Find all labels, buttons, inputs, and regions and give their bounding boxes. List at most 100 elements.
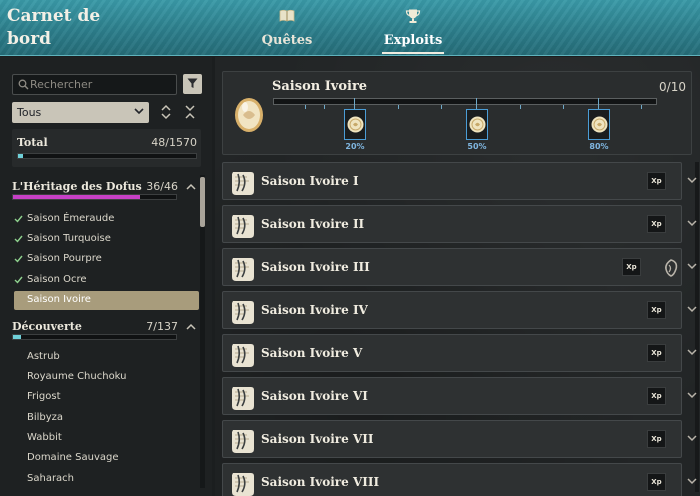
milestone-percent: 20% [345,142,365,151]
achievement-row[interactable]: Saison Ivoire VIII Xp [222,463,697,496]
check-icon [14,255,23,263]
milestone-percent: 50% [467,142,487,151]
chevron-down-icon[interactable] [687,263,697,270]
category-count: 36/46 [146,180,178,193]
sidebar-item-label: Astrub [27,351,60,362]
parchment-scroll-icon [232,172,254,195]
category-header-decouverte[interactable]: Découverte 7/137 [12,320,196,344]
achievement-row[interactable]: Saison Ivoire III Xp [222,248,697,286]
achievement-row[interactable]: Saison Ivoire VI Xp [222,377,697,415]
chevron-down-icon[interactable] [687,478,697,485]
tab-quests-label: Quêtes [261,33,313,48]
sidebar-item-label: Domaine Sauvage [27,452,119,463]
chevron-down-icon[interactable] [687,306,697,313]
sidebar-item-bilbyza[interactable]: Bilbyza [14,409,199,428]
chevron-down-icon[interactable] [687,392,697,399]
season-title: Saison Ivoire [272,79,368,94]
window-title: Carnet de bord [7,6,101,49]
category-name: L'Héritage des Dofus [12,180,142,193]
achievement-name: Saison Ivoire III [261,260,370,274]
category-progress-bar [12,334,177,340]
parchment-scroll-icon [232,430,254,453]
search-field[interactable] [12,74,177,95]
search-input[interactable] [30,75,175,94]
chevron-down-icon[interactable] [687,435,697,442]
category-count: 7/137 [146,320,178,333]
chevron-down-icon[interactable] [687,177,697,184]
milestone-frame [344,109,366,140]
total-progress-card: Total 48/1570 [12,129,201,167]
achievement-row[interactable]: Saison Ivoire VII Xp [222,420,697,458]
sidebar-item-royaume-chuchoku[interactable]: Royaume Chuchoku [14,368,199,387]
chevron-down-icon[interactable] [687,220,697,227]
progress-tick [324,105,325,109]
category-header-heritage[interactable]: L'Héritage des Dofus 36/46 [12,180,196,204]
sidebar-item-label: Saharach [27,473,75,484]
chevron-up-icon[interactable] [186,183,196,190]
total-progress-bar [17,153,197,159]
progress-tick [641,105,642,109]
sidebar-item-frigost[interactable]: Frigost [14,388,199,407]
sidebar-item-label: Frigost [27,391,61,402]
milestone-stem [598,98,599,109]
reward-coin-icon [469,116,486,133]
sidebar-item-wabbit[interactable]: Wabbit [14,429,199,448]
sidebar-item-label: Saison Ivoire [27,294,91,305]
chevron-down-icon[interactable] [687,349,697,356]
sidebar-item-saison-ocre[interactable]: Saison Ocre [14,271,199,290]
sort-icon[interactable] [160,104,172,120]
milestone-stem [476,98,477,109]
achievement-name: Saison Ivoire V [261,346,363,360]
xp-reward-badge: Xp [647,473,666,491]
parchment-scroll-icon [232,387,254,410]
reward-coin-icon [591,116,608,133]
check-icon [14,276,23,284]
progress-tick [398,105,399,109]
sidebar-item-saison-emeraude[interactable]: Saison Émeraude [14,210,199,229]
total-progress-fill [18,154,24,158]
filter-button[interactable] [183,74,202,94]
tab-exploits-label: Exploits [383,33,443,48]
sidebar-item-label: Wabbit [27,432,62,443]
sidebar-item-saison-pourpre[interactable]: Saison Pourpre [14,250,199,269]
sidebar-item-domaine-sauvage[interactable]: Domaine Sauvage [14,449,199,468]
collapse-all-icon[interactable] [184,104,196,120]
sidebar-item-label: Saison Émeraude [27,213,115,224]
achievement-name: Saison Ivoire IV [261,303,368,317]
xp-reward-badge: Xp [647,387,666,405]
sidebar-item-label: Saison Pourpre [27,253,102,264]
window-header: Carnet de bord Quêtes Exploits [0,0,700,56]
tab-exploits[interactable]: Exploits [380,4,446,56]
achievement-name: Saison Ivoire VI [261,389,368,403]
achievement-row[interactable]: Saison Ivoire I Xp [222,162,697,200]
achievement-row[interactable]: Saison Ivoire IV Xp [222,291,697,329]
season-progress-bar [273,98,657,105]
total-label: Total [17,136,48,149]
category-filter-select[interactable]: Tous [12,102,149,123]
achievement-row[interactable]: Saison Ivoire II Xp [222,205,697,243]
parchment-scroll-icon [232,215,254,238]
chevron-up-icon[interactable] [186,323,196,330]
sidebar-item-saharach[interactable]: Saharach [14,470,199,489]
progress-tick [563,105,564,109]
reward-coin-icon [347,116,364,133]
sidebar-item-saison-turquoise[interactable]: Saison Turquoise [14,230,199,249]
sidebar-item-astrub[interactable]: Astrub [14,348,199,367]
xp-reward-badge: Xp [647,301,666,319]
bonus-reward-icon [665,259,678,277]
milestone-stem [354,98,355,109]
achievement-name: Saison Ivoire VIII [261,475,380,489]
achievement-row[interactable]: Saison Ivoire V Xp [222,334,697,372]
sidebar-item-saison-ivoire[interactable]: Saison Ivoire [14,291,199,310]
sidebar-scrollbar-thumb[interactable] [200,177,205,227]
search-icon [18,79,29,90]
category-name: Découverte [12,320,82,333]
progress-tick [520,105,521,109]
tab-quests[interactable]: Quêtes [258,4,316,56]
category-progress-fill [13,335,22,339]
parchment-scroll-icon [232,473,254,496]
book-icon [279,9,295,22]
sidebar-item-label: Royaume Chuchoku [27,371,127,382]
achievements-scrollbar-track[interactable] [695,162,699,492]
sidebar: Tous Total 48/1570 L'Héritage des Dofus … [0,57,212,496]
